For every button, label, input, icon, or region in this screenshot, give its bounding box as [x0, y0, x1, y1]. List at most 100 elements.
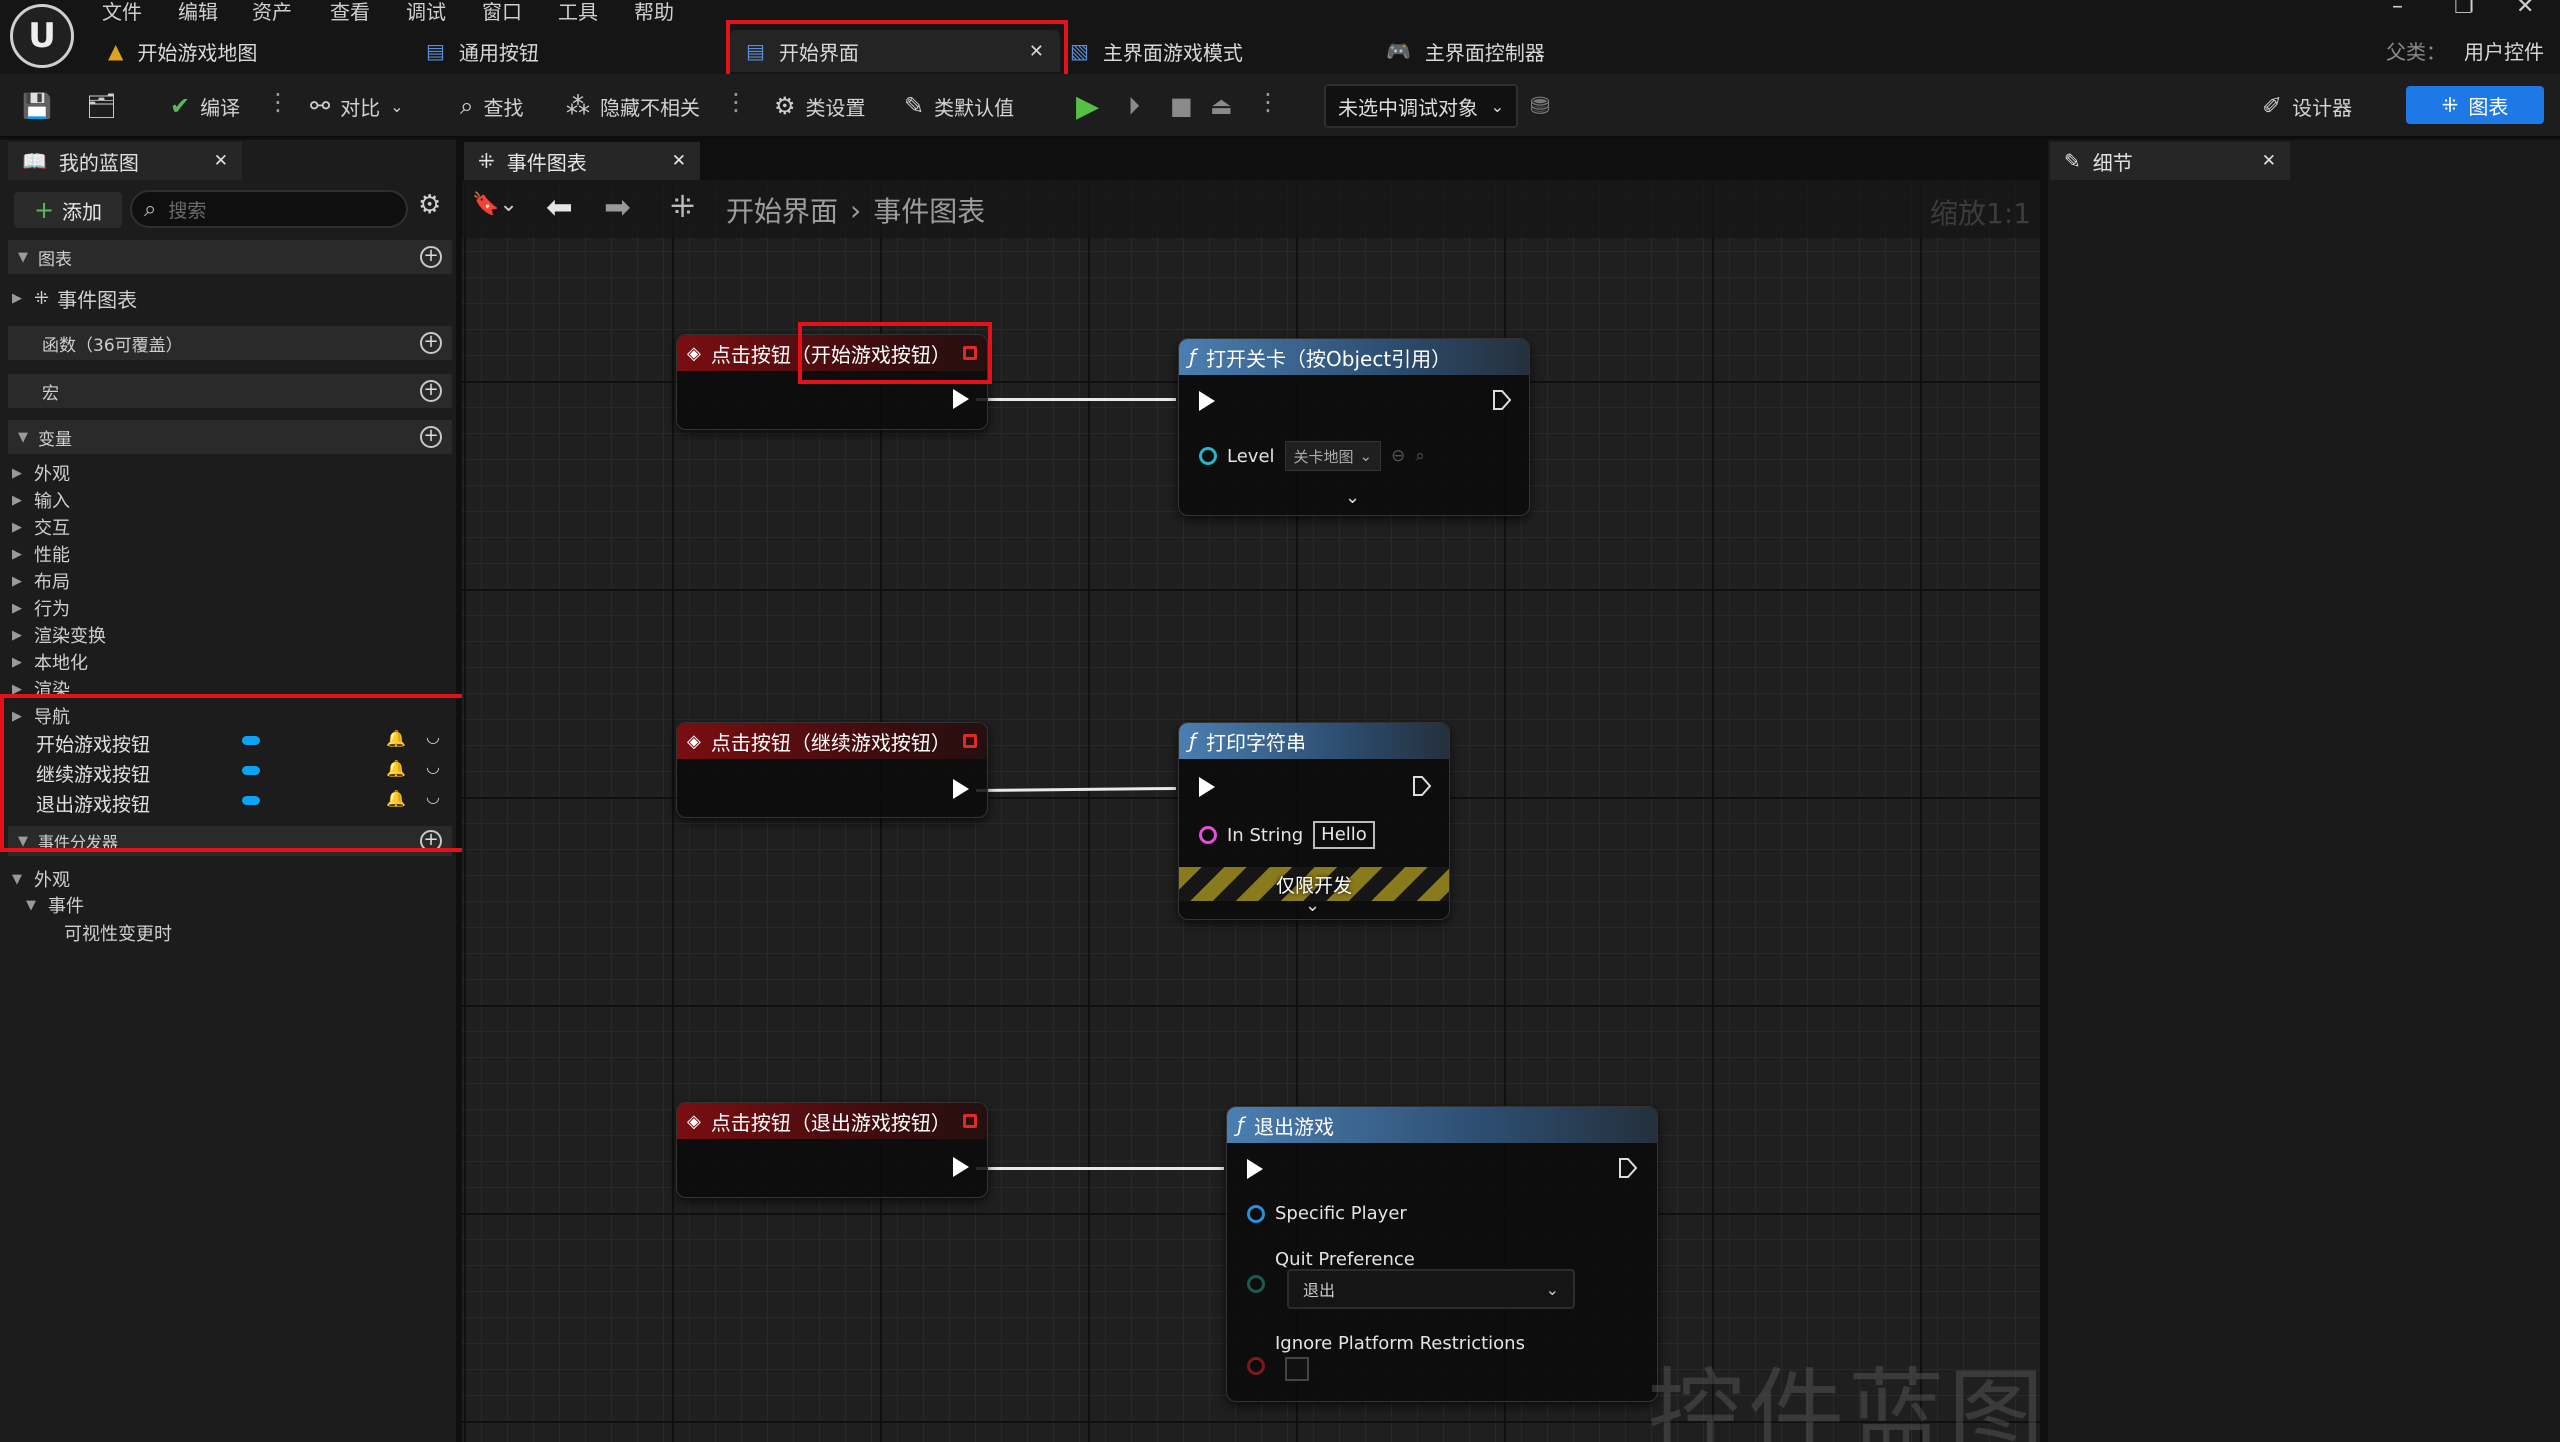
exec-out-pin[interactable]: [1411, 775, 1433, 797]
expand-chevron-icon[interactable]: ⌄: [1345, 487, 1360, 508]
ignore-restrictions-checkbox[interactable]: [1285, 1357, 1309, 1381]
menu-window[interactable]: 窗口: [482, 0, 522, 25]
unreal-logo-icon[interactable]: U: [10, 4, 74, 68]
menu-edit[interactable]: 编辑: [178, 0, 218, 25]
tab-event-graph[interactable]: ⁜ 事件图表 ✕: [464, 142, 700, 180]
expand-chevron-icon[interactable]: ⌄: [1305, 895, 1320, 916]
instring-input[interactable]: Hello: [1313, 821, 1375, 849]
category-layout[interactable]: ▶ 布局: [12, 568, 70, 594]
section-graphs[interactable]: ▼ 图表 +: [8, 240, 452, 274]
exec-out-pin[interactable]: [1617, 1157, 1639, 1179]
node-header: ƒ 打印字符串: [1179, 723, 1449, 759]
tree-item-event-graph[interactable]: ▶ ⁜ 事件图表: [12, 284, 137, 313]
add-function-icon[interactable]: +: [420, 332, 442, 354]
add-variable-icon[interactable]: +: [420, 426, 442, 448]
menu-help[interactable]: 帮助: [634, 0, 674, 25]
bookmark-icon[interactable]: 🔖⌄: [472, 192, 518, 217]
tab-details[interactable]: ✎ 细节 ✕: [2050, 142, 2290, 180]
play-options-icon[interactable]: ⋮: [1256, 88, 1280, 116]
more-options-icon[interactable]: ⋮: [724, 88, 748, 116]
event-node-quit-button[interactable]: ◈ 点击按钮（退出游戏按钮）: [676, 1102, 988, 1198]
category-localization[interactable]: ▶ 本地化: [12, 649, 88, 675]
breadcrumb-item[interactable]: 开始界面: [726, 190, 838, 230]
bool-pin[interactable]: [1247, 1357, 1265, 1375]
class-defaults-button[interactable]: ✎ 类默认值: [904, 86, 1014, 126]
menu-file[interactable]: 文件: [102, 0, 142, 25]
object-pin[interactable]: [1199, 447, 1217, 465]
exec-in-pin[interactable]: [1199, 777, 1215, 797]
debug-object-select[interactable]: 未选中调试对象 ⌄: [1324, 84, 1518, 128]
category-behavior[interactable]: ▶ 行为: [12, 595, 70, 621]
compile-options-icon[interactable]: ⋮: [266, 88, 290, 116]
diff-button[interactable]: ⚯ 对比 ⌄: [310, 86, 404, 126]
close-tab-icon[interactable]: ✕: [672, 151, 686, 171]
parent-class-link[interactable]: 用户控件: [2464, 36, 2544, 65]
section-variables[interactable]: ▼ 变量 +: [8, 420, 452, 454]
category-appearance[interactable]: ▶ 外观: [12, 460, 70, 486]
dispatcher-visibility-changed[interactable]: 可视性变更时: [64, 920, 172, 946]
close-tab-icon[interactable]: ✕: [214, 151, 228, 171]
eject-button[interactable]: ⏏: [1210, 86, 1233, 126]
save-icon[interactable]: 💾: [22, 86, 52, 126]
menu-debug[interactable]: 调试: [406, 0, 446, 25]
add-graph-icon[interactable]: +: [420, 246, 442, 268]
step-button[interactable]: ⏵: [1128, 86, 1140, 126]
hide-unrelated-button[interactable]: ⁂ 隐藏不相关: [566, 86, 700, 126]
section-macros[interactable]: 宏 +: [8, 374, 452, 408]
delegate-pin[interactable]: [963, 734, 977, 748]
debug-filter-icon[interactable]: ⛃: [1530, 86, 1550, 126]
play-button[interactable]: ▶: [1076, 86, 1099, 126]
tab-main-game-mode[interactable]: ▧ 主界面游戏模式: [1054, 30, 1259, 72]
dispatcher-category-appearance[interactable]: ▼ 外观: [12, 866, 70, 892]
exec-out-pin[interactable]: [953, 389, 969, 409]
settings-gear-icon[interactable]: ⚙: [418, 190, 441, 220]
use-selected-icon[interactable]: ⊖: [1391, 446, 1405, 466]
stop-button[interactable]: ■: [1170, 86, 1193, 126]
breadcrumb-item[interactable]: 事件图表: [873, 190, 985, 230]
string-pin[interactable]: [1199, 826, 1217, 844]
object-pin[interactable]: [1247, 1204, 1265, 1223]
function-node-print-string[interactable]: ƒ 打印字符串 In String Hello 仅限开发 ⌄: [1178, 722, 1450, 920]
find-button[interactable]: ⌕ 查找: [460, 86, 523, 126]
minimize-icon[interactable]: –: [2392, 0, 2403, 19]
close-window-icon[interactable]: ✕: [2516, 0, 2534, 19]
tab-my-blueprint[interactable]: 📖 我的蓝图 ✕: [8, 142, 242, 180]
compile-button[interactable]: ✔ 编译: [170, 86, 240, 126]
category-performance[interactable]: ▶ 性能: [12, 541, 70, 567]
forward-arrow-icon[interactable]: ➡: [604, 188, 631, 226]
designer-button[interactable]: ✐ 设计器: [2262, 86, 2352, 126]
menu-tools[interactable]: 工具: [558, 0, 598, 25]
menu-view[interactable]: 查看: [330, 0, 370, 25]
browse-icon[interactable]: 🗂: [86, 86, 116, 126]
exec-out-pin[interactable]: [953, 1157, 969, 1177]
tab-start-game-map[interactable]: ▲ 开始游戏地图: [92, 30, 273, 72]
exec-in-pin[interactable]: [1199, 391, 1215, 411]
exec-in-pin[interactable]: [1247, 1159, 1263, 1179]
back-arrow-icon[interactable]: ⬅: [546, 188, 573, 226]
category-interaction[interactable]: ▶ 交互: [12, 514, 70, 540]
exec-out-pin[interactable]: [953, 779, 969, 799]
section-functions[interactable]: 函数（36可覆盖） +: [8, 326, 452, 360]
menu-asset[interactable]: 资产: [252, 0, 292, 25]
function-node-open-level[interactable]: ƒ 打开关卡（按Object引用） Level 关卡地图 ⌄ ⊖ ⌕ ⌄: [1178, 338, 1530, 516]
category-render-transform[interactable]: ▶ 渲染变换: [12, 622, 106, 648]
category-input[interactable]: ▶ 输入: [12, 487, 70, 513]
search-input[interactable]: ⌕ 搜索: [130, 190, 408, 228]
delegate-pin[interactable]: [963, 1114, 977, 1128]
restore-icon[interactable]: ❐: [2454, 0, 2474, 19]
close-tab-icon[interactable]: ✕: [2262, 151, 2276, 171]
exec-out-pin[interactable]: [1491, 389, 1513, 411]
add-macro-icon[interactable]: +: [420, 380, 442, 402]
quit-preference-select[interactable]: 退出 ⌄: [1287, 1269, 1575, 1309]
enum-pin[interactable]: [1247, 1275, 1265, 1293]
tab-main-controller[interactable]: 🎮 主界面控制器: [1370, 30, 1561, 72]
level-asset-select[interactable]: 关卡地图 ⌄: [1284, 441, 1382, 471]
tab-common-button[interactable]: ▤ 通用按钮: [410, 30, 555, 72]
event-node-continue-button[interactable]: ◈ 点击按钮（继续游戏按钮）: [676, 722, 988, 818]
function-node-quit-game[interactable]: ƒ 退出游戏 Specific Player Quit Preference 退…: [1226, 1106, 1658, 1402]
add-button[interactable]: + 添加: [14, 192, 122, 228]
graph-mode-button[interactable]: ⁜ 图表: [2406, 86, 2544, 124]
class-settings-button[interactable]: ⚙ 类设置: [774, 86, 866, 126]
dispatcher-category-events[interactable]: ▼ 事件: [26, 892, 84, 918]
browse-asset-icon[interactable]: ⌕: [1415, 446, 1425, 466]
